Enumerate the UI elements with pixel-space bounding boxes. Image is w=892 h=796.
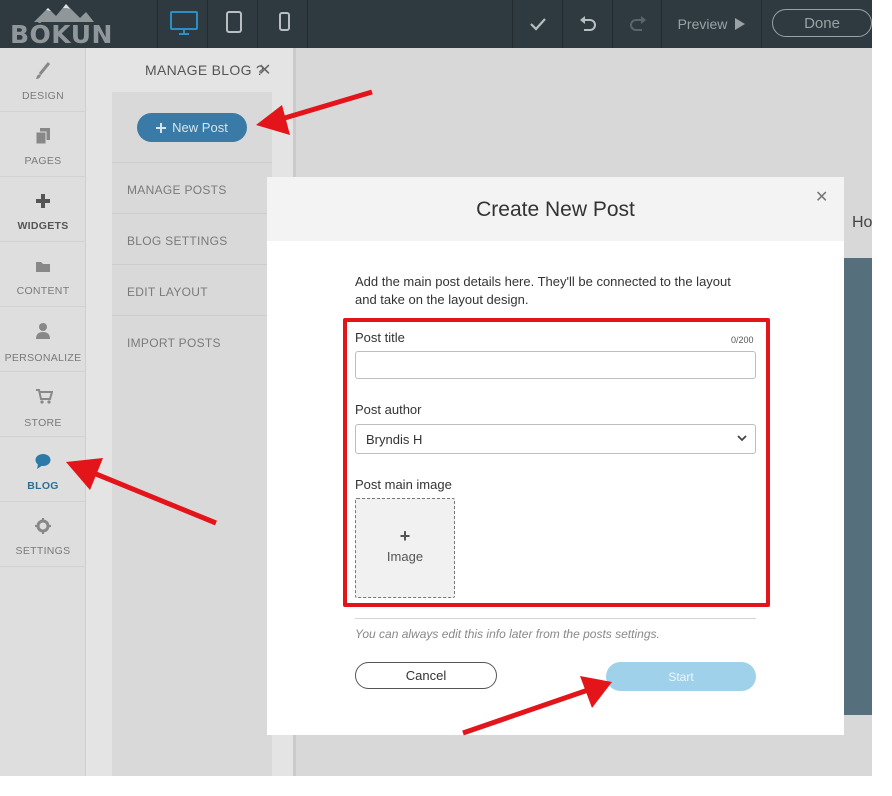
editor-screen: BÓKUN Preview Done DESIGN PAGES WIDGETS … bbox=[0, 0, 892, 796]
arrow-to-start bbox=[462, 676, 612, 736]
annotation-arrows bbox=[66, 89, 612, 736]
arrow-to-new-post bbox=[256, 89, 373, 135]
arrow-to-blog bbox=[66, 458, 217, 526]
